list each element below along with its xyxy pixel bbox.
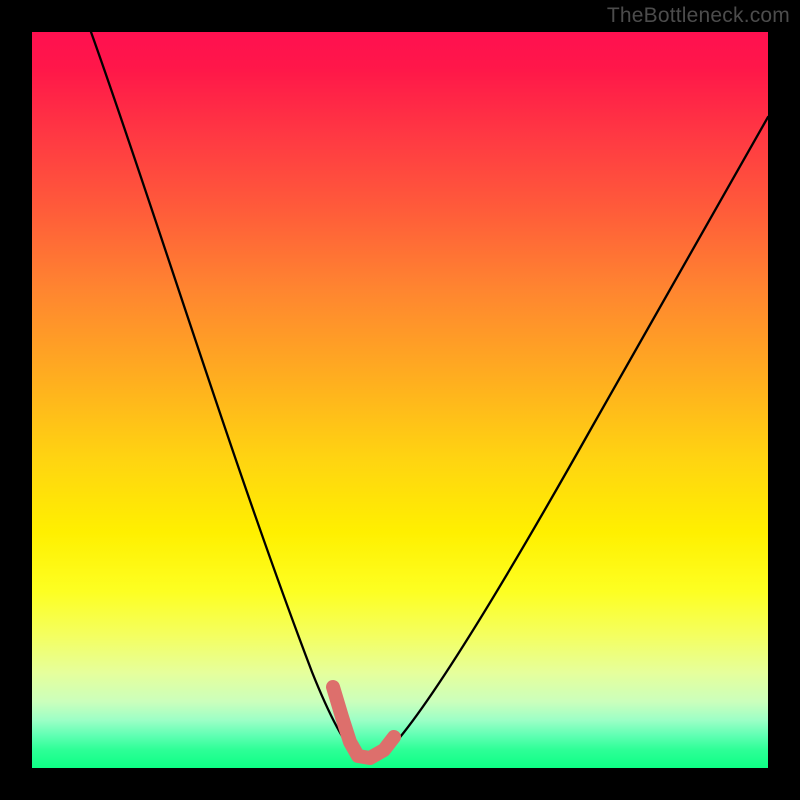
chart-frame: TheBottleneck.com [0,0,800,800]
attribution-text: TheBottleneck.com [607,4,790,28]
plot-area [32,32,768,768]
optimal-region-marker [333,687,394,758]
bottleneck-curve [91,32,768,762]
curve-layer [32,32,768,768]
